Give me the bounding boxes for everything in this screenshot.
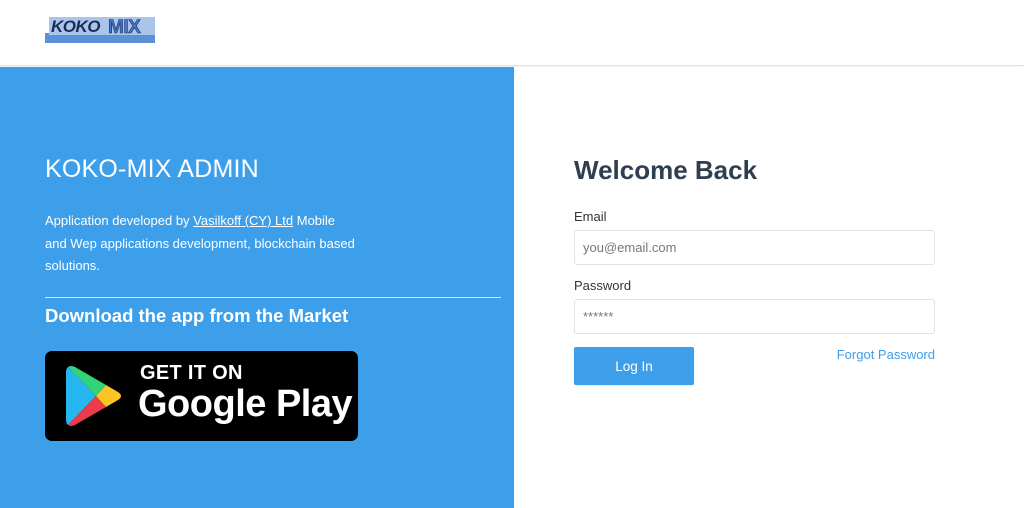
info-panel: KOKO-MIX ADMIN Application developed by … [0, 67, 514, 508]
google-play-badge[interactable]: GET IT ON Google Play [45, 351, 358, 441]
admin-title: KOKO-MIX ADMIN [45, 155, 259, 183]
market-heading: Download the app from the Market [45, 305, 349, 326]
email-label: Email [574, 209, 607, 224]
company-link[interactable]: Vasilkoff (CY) Ltd [193, 213, 293, 228]
svg-text:KOKO: KOKO [51, 17, 100, 36]
email-field[interactable] [574, 230, 935, 265]
svg-text:MIX: MIX [108, 17, 141, 38]
welcome-title: Welcome Back [574, 155, 758, 185]
password-label: Password [574, 278, 632, 293]
google-play-icon [66, 366, 121, 426]
app-description: Application developed by Vasilkoff (CY) … [45, 210, 355, 278]
login-button[interactable]: Log In [574, 347, 694, 385]
badge-bottom-text: Google Play [138, 383, 353, 425]
description-prefix: Application developed by [45, 213, 194, 228]
forgot-password-link[interactable]: Forgot Password [835, 347, 935, 362]
login-panel: Welcome Back Email Password Log In Forgo… [514, 67, 1024, 508]
password-field[interactable] [574, 299, 935, 334]
badge-top-text: GET IT ON [140, 362, 243, 384]
section-divider [45, 297, 501, 298]
kokomix-logo[interactable]: KOKO MIX [45, 12, 155, 43]
top-bar: KOKO MIX [0, 0, 1024, 66]
